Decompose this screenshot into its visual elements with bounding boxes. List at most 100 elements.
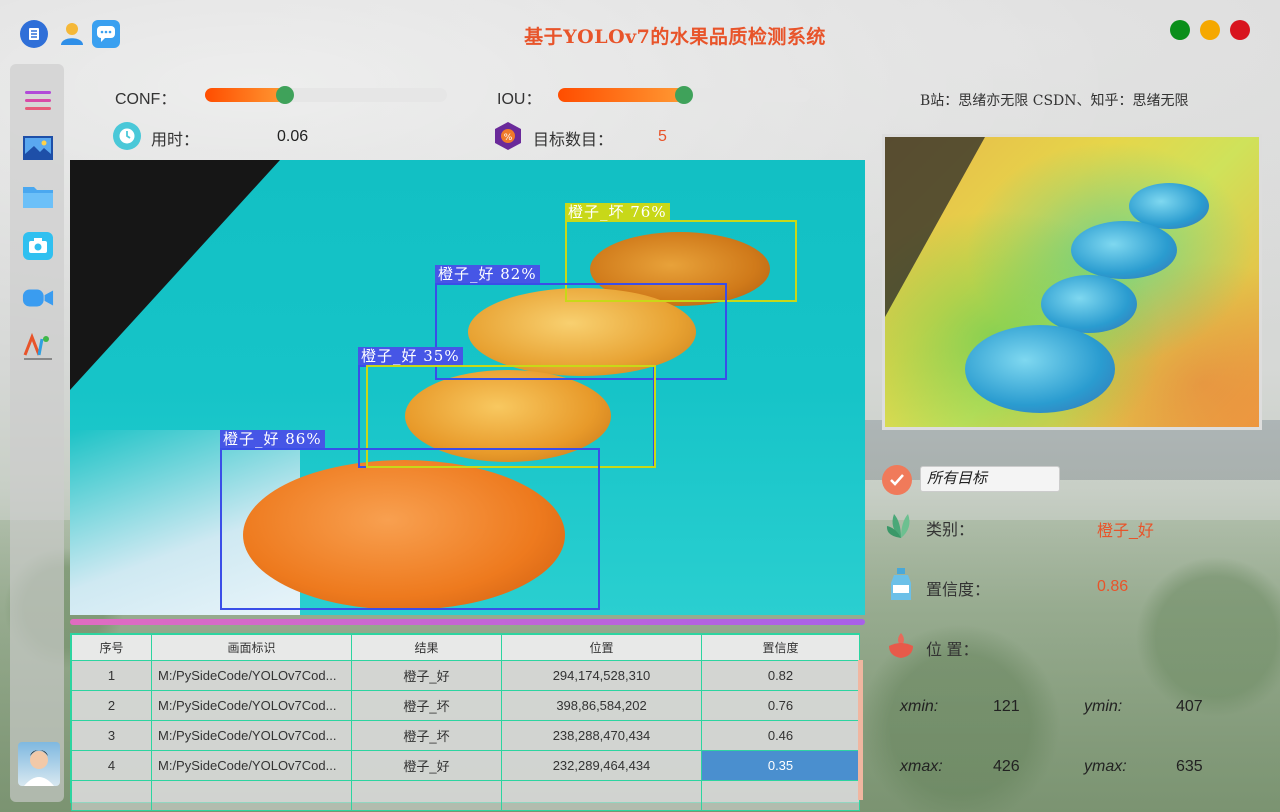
conf-slider-handle[interactable] (276, 86, 294, 104)
cell-result: 橙子_坏 (351, 690, 502, 721)
avatar[interactable] (18, 742, 60, 786)
table-row-empty[interactable] (71, 780, 860, 811)
credit-text: B站：思绪亦无限 CSDN、知乎：思绪无限 (920, 93, 1189, 109)
cell-source: M:/PySideCode/YOLOv7Cod... (151, 720, 352, 751)
ymax-label: ymax: (1084, 758, 1127, 775)
table-scrollbar[interactable] (858, 660, 863, 800)
class-label: 类别： (926, 522, 975, 539)
class-value: 橙子_好 (1097, 523, 1154, 540)
cell-index: 3 (71, 720, 152, 751)
confidence-value: 0.86 (1097, 578, 1129, 595)
ymin-label: ymin: (1084, 698, 1123, 715)
cell-source: M:/PySideCode/YOLOv7Cod... (151, 750, 352, 781)
cell-index: 2 (71, 690, 152, 721)
results-table[interactable]: 序号 画面标识 结果 位置 置信度 1 M:/PySideCode/YOLOv7… (70, 633, 860, 811)
cell-confidence: 0.46 (701, 720, 860, 751)
cell-index: 4 (71, 750, 152, 781)
app-logo-icon[interactable] (20, 20, 48, 48)
chat-icon[interactable] (92, 20, 120, 48)
xmax-label: xmax: (900, 758, 943, 775)
bottle-icon (884, 568, 918, 602)
count-label: 目标数目： (533, 132, 614, 149)
position-label: 位 置： (926, 642, 979, 659)
image-dark-corner (70, 160, 280, 390)
cell-position: 398,86,584,202 (501, 690, 702, 721)
table-row[interactable]: 1 M:/PySideCode/YOLOv7Cod... 橙子_好 294,17… (71, 660, 860, 691)
progress-divider (70, 619, 865, 625)
table-row[interactable]: 4 M:/PySideCode/YOLOv7Cod... 橙子_好 232,28… (71, 750, 860, 781)
col-header-source[interactable]: 画面标识 (151, 634, 352, 661)
cell-result: 橙子_坏 (351, 720, 502, 751)
detection-box-good-86[interactable] (220, 448, 600, 610)
cell-source: M:/PySideCode/YOLOv7Cod... (151, 690, 352, 721)
iou-slider[interactable] (558, 86, 810, 104)
cell-position: 232,289,464,434 (501, 750, 702, 781)
col-header-index[interactable]: 序号 (71, 634, 152, 661)
cell-result: 橙子_好 (351, 750, 502, 781)
heatmap-image[interactable] (882, 134, 1262, 430)
folder-icon[interactable] (22, 180, 54, 212)
minimize-button[interactable] (1170, 20, 1190, 40)
detection-label-good-82: 橙子_好 82% (435, 265, 540, 283)
ymin-value: 407 (1176, 698, 1203, 715)
heatmap-fruit (965, 325, 1115, 413)
iou-slider-handle[interactable] (675, 86, 693, 104)
conf-label: CONF： (115, 91, 177, 108)
table-header-row: 序号 画面标识 结果 位置 置信度 (71, 634, 860, 661)
col-header-confidence[interactable]: 置信度 (701, 634, 860, 661)
confidence-label: 置信度： (926, 582, 991, 599)
heatmap-fruit (1071, 221, 1177, 279)
heatmap-fruit (1041, 275, 1137, 333)
cell-confidence: 0.82 (701, 660, 860, 691)
menu-icon[interactable] (22, 84, 54, 116)
check-icon[interactable] (882, 465, 912, 495)
close-button[interactable] (1230, 20, 1250, 40)
location-icon (884, 628, 918, 662)
iou-slider-fill (558, 88, 684, 102)
time-value: 0.06 (277, 128, 309, 145)
cell-empty (351, 780, 502, 811)
detection-label-bad: 橙子_坏 76% (565, 203, 670, 221)
cell-confidence-selected: 0.35 (701, 750, 860, 781)
heatmap-dark-corner (885, 137, 985, 317)
cell-empty (701, 780, 860, 811)
cell-confidence: 0.76 (701, 690, 860, 721)
maximize-button[interactable] (1200, 20, 1220, 40)
time-label: 用时： (151, 132, 200, 149)
leaf-icon (884, 508, 918, 542)
detection-label-good-35: 橙子_好 35% (358, 347, 463, 365)
table-row[interactable]: 3 M:/PySideCode/YOLOv7Cod... 橙子_坏 238,28… (71, 720, 860, 751)
conf-slider[interactable] (205, 86, 447, 104)
svg-text:%: % (504, 133, 513, 143)
app-title: 基于YOLOv7的水果品质检测系统 (524, 26, 826, 48)
image-icon[interactable] (22, 132, 54, 164)
camera-icon[interactable] (22, 230, 54, 262)
ymax-value: 635 (1176, 758, 1203, 775)
xmax-value: 426 (993, 758, 1020, 775)
target-select[interactable]: 所有目标 (920, 466, 1060, 492)
cell-position: 294,174,528,310 (501, 660, 702, 691)
table-row[interactable]: 2 M:/PySideCode/YOLOv7Cod... 橙子_坏 398,86… (71, 690, 860, 721)
iou-label: IOU： (497, 91, 542, 108)
detection-label-good-86: 橙子_好 86% (220, 430, 325, 448)
detection-image[interactable]: 橙子_坏 76% 橙子_好 82% 橙子_好 35% 橙子_好 86% (70, 160, 865, 615)
clock-icon (113, 122, 141, 150)
col-header-position[interactable]: 位置 (501, 634, 702, 661)
xmin-label: xmin: (900, 698, 939, 715)
cell-result: 橙子_好 (351, 660, 502, 691)
conf-slider-fill (205, 88, 285, 102)
video-icon[interactable] (22, 282, 54, 314)
target-count-icon: % (494, 121, 522, 151)
col-header-result[interactable]: 结果 (351, 634, 502, 661)
xmin-value: 121 (993, 698, 1020, 715)
cell-empty (501, 780, 702, 811)
user-icon[interactable] (58, 20, 86, 48)
cell-position: 238,288,470,434 (501, 720, 702, 751)
cell-index: 1 (71, 660, 152, 691)
ai-logo-icon[interactable] (22, 332, 54, 364)
cell-empty (71, 780, 152, 811)
cell-source: M:/PySideCode/YOLOv7Cod... (151, 660, 352, 691)
count-value: 5 (658, 128, 667, 145)
sidebar (10, 64, 64, 802)
cell-empty (151, 780, 352, 811)
